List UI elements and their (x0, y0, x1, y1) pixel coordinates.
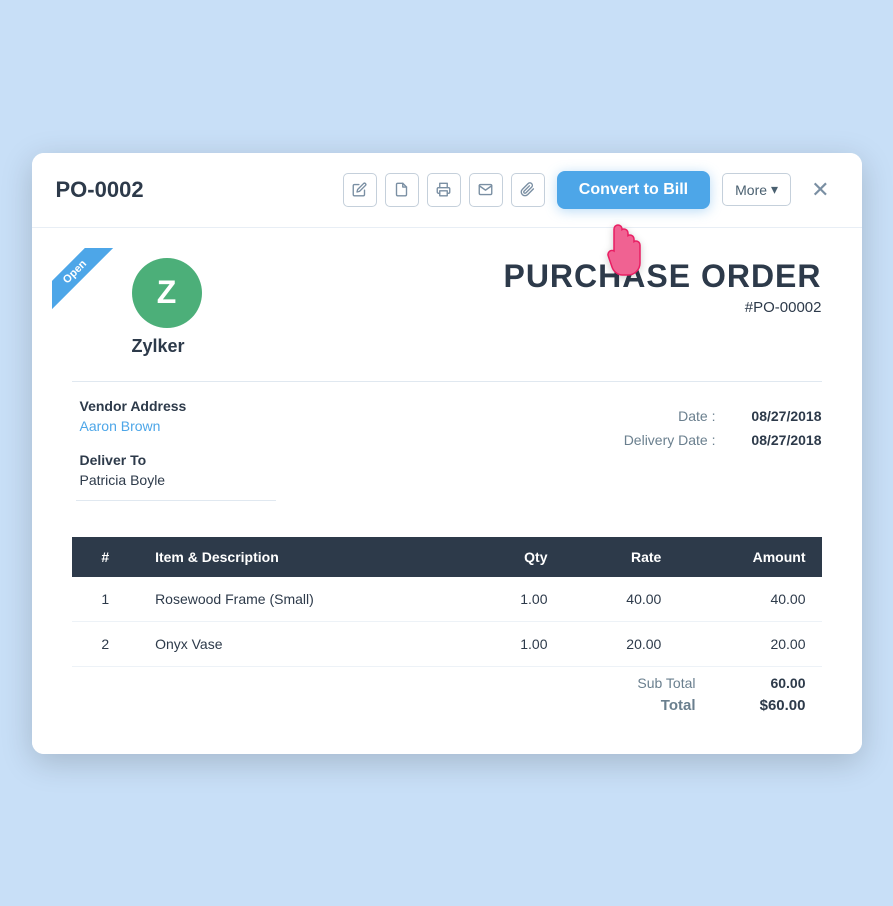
company-initial: Z (132, 258, 202, 328)
divider-address (76, 500, 276, 501)
chevron-down-icon: ▾ (771, 181, 778, 198)
print-button[interactable] (427, 173, 461, 207)
company-logo: Z Zylker (132, 258, 202, 357)
table-row: 1 Rosewood Frame (Small) 1.00 40.00 40.0… (72, 577, 822, 622)
edit-button[interactable] (343, 173, 377, 207)
subtotal-row: Sub Total 60.00 (616, 675, 806, 691)
dates-section: Date : 08/27/2018 Delivery Date : 08/27/… (606, 408, 822, 517)
table-row: 2 Onyx Vase 1.00 20.00 20.00 (72, 621, 822, 666)
info-row: Vendor Address Aaron Brown Deliver To Pa… (72, 398, 822, 517)
date-row: Date : 08/27/2018 (606, 408, 822, 424)
close-button[interactable]: ✕ (803, 173, 837, 207)
doc-title-area: PURCHASE ORDER #PO-00002 (503, 258, 821, 316)
row-rate: 20.00 (563, 621, 677, 666)
modal-title: PO-0002 (56, 177, 331, 203)
vendor-address-label: Vendor Address (80, 398, 276, 414)
col-qty: Qty (463, 537, 564, 577)
row-rate: 40.00 (563, 577, 677, 622)
company-name: Zylker (132, 336, 185, 357)
items-table: # Item & Description Qty Rate Amount 1 R… (72, 537, 822, 667)
divider-1 (72, 381, 822, 382)
document-title: PURCHASE ORDER (503, 258, 821, 295)
date-label: Date : (606, 408, 716, 424)
row-amount: 20.00 (677, 621, 821, 666)
row-qty: 1.00 (463, 621, 564, 666)
row-num: 1 (72, 577, 140, 622)
col-amount: Amount (677, 537, 821, 577)
header-icons (343, 173, 545, 207)
table-header-row: # Item & Description Qty Rate Amount (72, 537, 822, 577)
row-desc: Rosewood Frame (Small) (139, 577, 463, 622)
deliver-section: Deliver To Patricia Boyle (76, 452, 276, 488)
ribbon-label: Open (52, 248, 114, 311)
address-and-deliver: Vendor Address Aaron Brown Deliver To Pa… (76, 398, 276, 517)
status-ribbon: Open (52, 248, 132, 328)
col-desc: Item & Description (139, 537, 463, 577)
delivery-date-row: Delivery Date : 08/27/2018 (606, 432, 822, 448)
row-num: 2 (72, 621, 140, 666)
row-amount: 40.00 (677, 577, 821, 622)
total-row: Total $60.00 (616, 697, 806, 714)
vendor-address-section: Vendor Address Aaron Brown (76, 398, 276, 436)
pdf-button[interactable] (385, 173, 419, 207)
document-area: Open Z Zylker PURCHASE ORDER #PO-00002 V… (32, 228, 862, 754)
items-table-section: # Item & Description Qty Rate Amount 1 R… (72, 537, 822, 714)
subtotal-label: Sub Total (616, 675, 696, 691)
document-number: #PO-00002 (503, 299, 821, 316)
deliver-to-label: Deliver To (80, 452, 276, 468)
vendor-address-left: Vendor Address Aaron Brown (80, 398, 276, 436)
col-num: # (72, 537, 140, 577)
convert-to-bill-button[interactable]: Convert to Bill (557, 171, 710, 209)
total-label: Total (616, 697, 696, 714)
vendor-name-link[interactable]: Aaron Brown (80, 418, 161, 434)
row-qty: 1.00 (463, 577, 564, 622)
attach-button[interactable] (511, 173, 545, 207)
doc-header: Z Zylker PURCHASE ORDER #PO-00002 (72, 258, 822, 357)
subtotal-value: 60.00 (736, 675, 806, 691)
deliver-to-name: Patricia Boyle (80, 472, 276, 488)
row-desc: Onyx Vase (139, 621, 463, 666)
modal-header: PO-0002 Convert to Bill More ▾ ✕ (32, 153, 862, 228)
total-value: $60.00 (736, 697, 806, 714)
delivery-date-value: 08/27/2018 (732, 432, 822, 448)
totals-section: Sub Total 60.00 Total $60.00 (72, 675, 822, 714)
modal-container: PO-0002 Convert to Bill More ▾ ✕ (32, 153, 862, 754)
col-rate: Rate (563, 537, 677, 577)
email-button[interactable] (469, 173, 503, 207)
delivery-date-label: Delivery Date : (606, 432, 716, 448)
more-button[interactable]: More ▾ (722, 173, 791, 206)
date-value: 08/27/2018 (732, 408, 822, 424)
